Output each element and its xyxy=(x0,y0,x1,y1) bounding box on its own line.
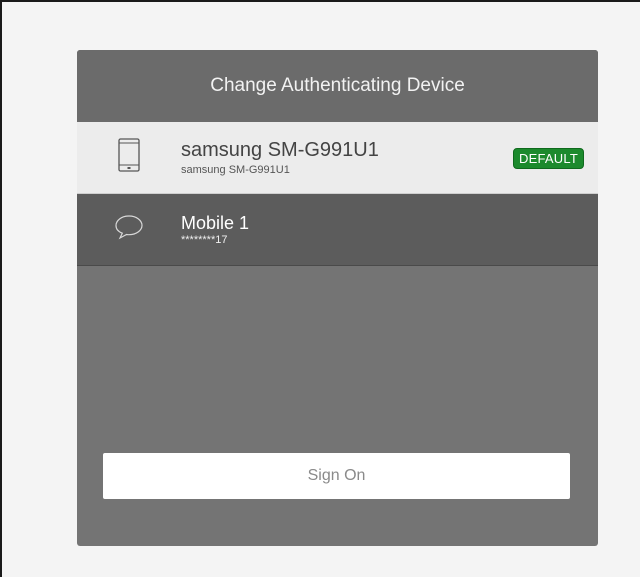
sign-on-button[interactable]: Sign On xyxy=(103,453,570,499)
device-item-samsung[interactable]: samsung SM-G991U1 samsung SM-G991U1 DEFA… xyxy=(77,122,598,194)
default-badge: DEFAULT xyxy=(513,148,584,169)
smartphone-icon xyxy=(118,138,140,177)
authenticating-device-panel: Change Authenticating Device samsung SM-… xyxy=(77,50,598,546)
device-text: samsung SM-G991U1 samsung SM-G991U1 xyxy=(181,139,379,176)
device-icon-container xyxy=(77,138,181,177)
dialog-title: Change Authenticating Device xyxy=(210,75,465,96)
chat-bubble-icon xyxy=(114,214,144,245)
device-detail: samsung SM-G991U1 xyxy=(181,164,290,176)
device-text: Mobile 1 ********17 xyxy=(181,213,249,246)
sign-on-label: Sign On xyxy=(307,467,366,484)
page-frame: Change Authenticating Device samsung SM-… xyxy=(0,0,640,577)
panel-header: Change Authenticating Device xyxy=(77,50,598,122)
device-icon-container xyxy=(77,214,181,245)
device-detail: ********17 xyxy=(181,234,228,246)
device-name: samsung SM-G991U1 xyxy=(181,139,379,161)
device-item-mobile-1[interactable]: Mobile 1 ********17 xyxy=(77,194,598,266)
device-name: Mobile 1 xyxy=(181,213,250,233)
